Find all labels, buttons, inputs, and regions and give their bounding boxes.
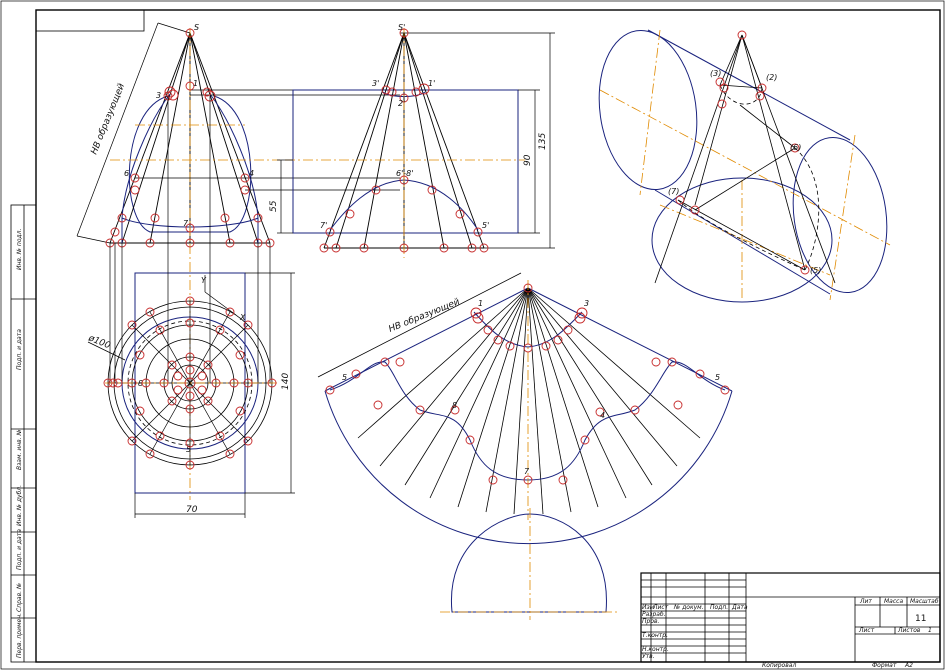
label-iso-6: (6) [790, 143, 801, 152]
label-2-side: 2' [398, 99, 405, 108]
tb-nkontr: Н.контр. [642, 646, 669, 653]
side-view: 135 90 55 S' 3' 1' 2' 6'-8' 7' 5' [269, 23, 555, 258]
label-apex-front: S [194, 23, 199, 32]
sidebar-cell-1: Инв. № подл. [16, 229, 23, 270]
tb-doc: № докум. [673, 604, 704, 611]
label-dev-5-left: 5 [342, 373, 347, 382]
sidebar-cell-6: Справ. № [16, 583, 23, 612]
dim-140: 140 [281, 373, 291, 390]
tb-razrab: Разраб. [642, 611, 666, 618]
dome-section [440, 508, 620, 620]
isometric-view: (3) (2) (6) (7) (5) [598, 29, 891, 303]
label-iso-5: (5) [810, 266, 821, 275]
title-block: Лит Масса Масштаб 11 Лист Листов 1 Изм Л… [640, 572, 941, 669]
tb-sheets-count: 1 [928, 627, 932, 634]
tb-mass: Масса [884, 598, 903, 605]
cone-development: НВ образующей 1 3 5 5 8 4 7 [317, 272, 733, 544]
dim-135: 135 [538, 133, 548, 150]
tb-kopiroval: Копировал [762, 662, 796, 669]
label-iso-7: (7) [668, 187, 679, 196]
label-dev-5-right: 5 [715, 373, 720, 382]
technical-drawing-sheet: Инв. № подл. Подп. и дата Взам. инв. № И… [0, 0, 945, 670]
dim-55: 55 [269, 200, 279, 212]
tb-date: Дата [731, 604, 748, 611]
label-iso-3: (3) [710, 69, 721, 78]
dim-diameter: ø100 [86, 333, 112, 351]
label-6-8-side: 6'-8' [396, 169, 413, 178]
label-3-front: 3 [156, 91, 161, 100]
tb-sign: Подп. [710, 604, 728, 611]
tb-tkontr: Т.контр. [642, 632, 668, 639]
tb-scale: Масштаб [910, 598, 939, 605]
tb-number: 11 [915, 614, 926, 624]
label-4-front: 4 [249, 169, 254, 178]
tb-prov: Пров. [642, 618, 660, 625]
tb-list: Лист [652, 604, 669, 611]
sidebar-cell-5: Подп. и дата [16, 529, 23, 570]
top-view: ø100 70 140 Y X 5 8 [86, 96, 295, 518]
label-1-front: 1 [193, 79, 198, 88]
label-6-front: 6 [124, 169, 129, 178]
tb-sheet: Лист [858, 627, 875, 634]
label-dev-3: 3 [584, 299, 589, 308]
dim-90: 90 [523, 154, 533, 166]
front-view: НВ образующей S 1 3 6 4 7 [76, 22, 400, 500]
label-1-side: 1' [428, 79, 435, 88]
label-iso-2: (2) [766, 73, 777, 82]
tb-utv: Утв. [642, 653, 655, 660]
label-axis-y: Y [201, 276, 207, 285]
sidebar-cell-2: Подп. и дата [16, 329, 23, 370]
label-dev-1: 1 [478, 299, 483, 308]
label-3-side: 3' [372, 79, 379, 88]
dim-70: 70 [186, 505, 198, 515]
label-dev-8: 8 [452, 401, 457, 410]
sidebar-cell-3: Взам. инв. № [16, 429, 23, 470]
sidebar-cell-4: Инв. № дубл. [16, 485, 23, 526]
label-7-side: 7' [320, 221, 327, 230]
tb-sheets: Листов [897, 627, 921, 634]
true-length-label-dev: НВ образующей [387, 297, 461, 335]
label-5-side: 5' [482, 221, 489, 230]
tb-format: Формат [872, 662, 897, 669]
sidebar-cell-7: Перв. примен. [16, 613, 23, 658]
left-sidebar-strip: Инв. № подл. Подп. и дата Взам. инв. № И… [10, 204, 37, 663]
label-dev-4: 4 [600, 411, 605, 420]
label-dev-7: 7 [524, 467, 530, 476]
label-axis-x: X [239, 313, 246, 322]
tb-lit: Лит [859, 598, 872, 605]
tb-format-value: A2 [904, 662, 913, 669]
label-apex-side: S' [398, 23, 405, 32]
